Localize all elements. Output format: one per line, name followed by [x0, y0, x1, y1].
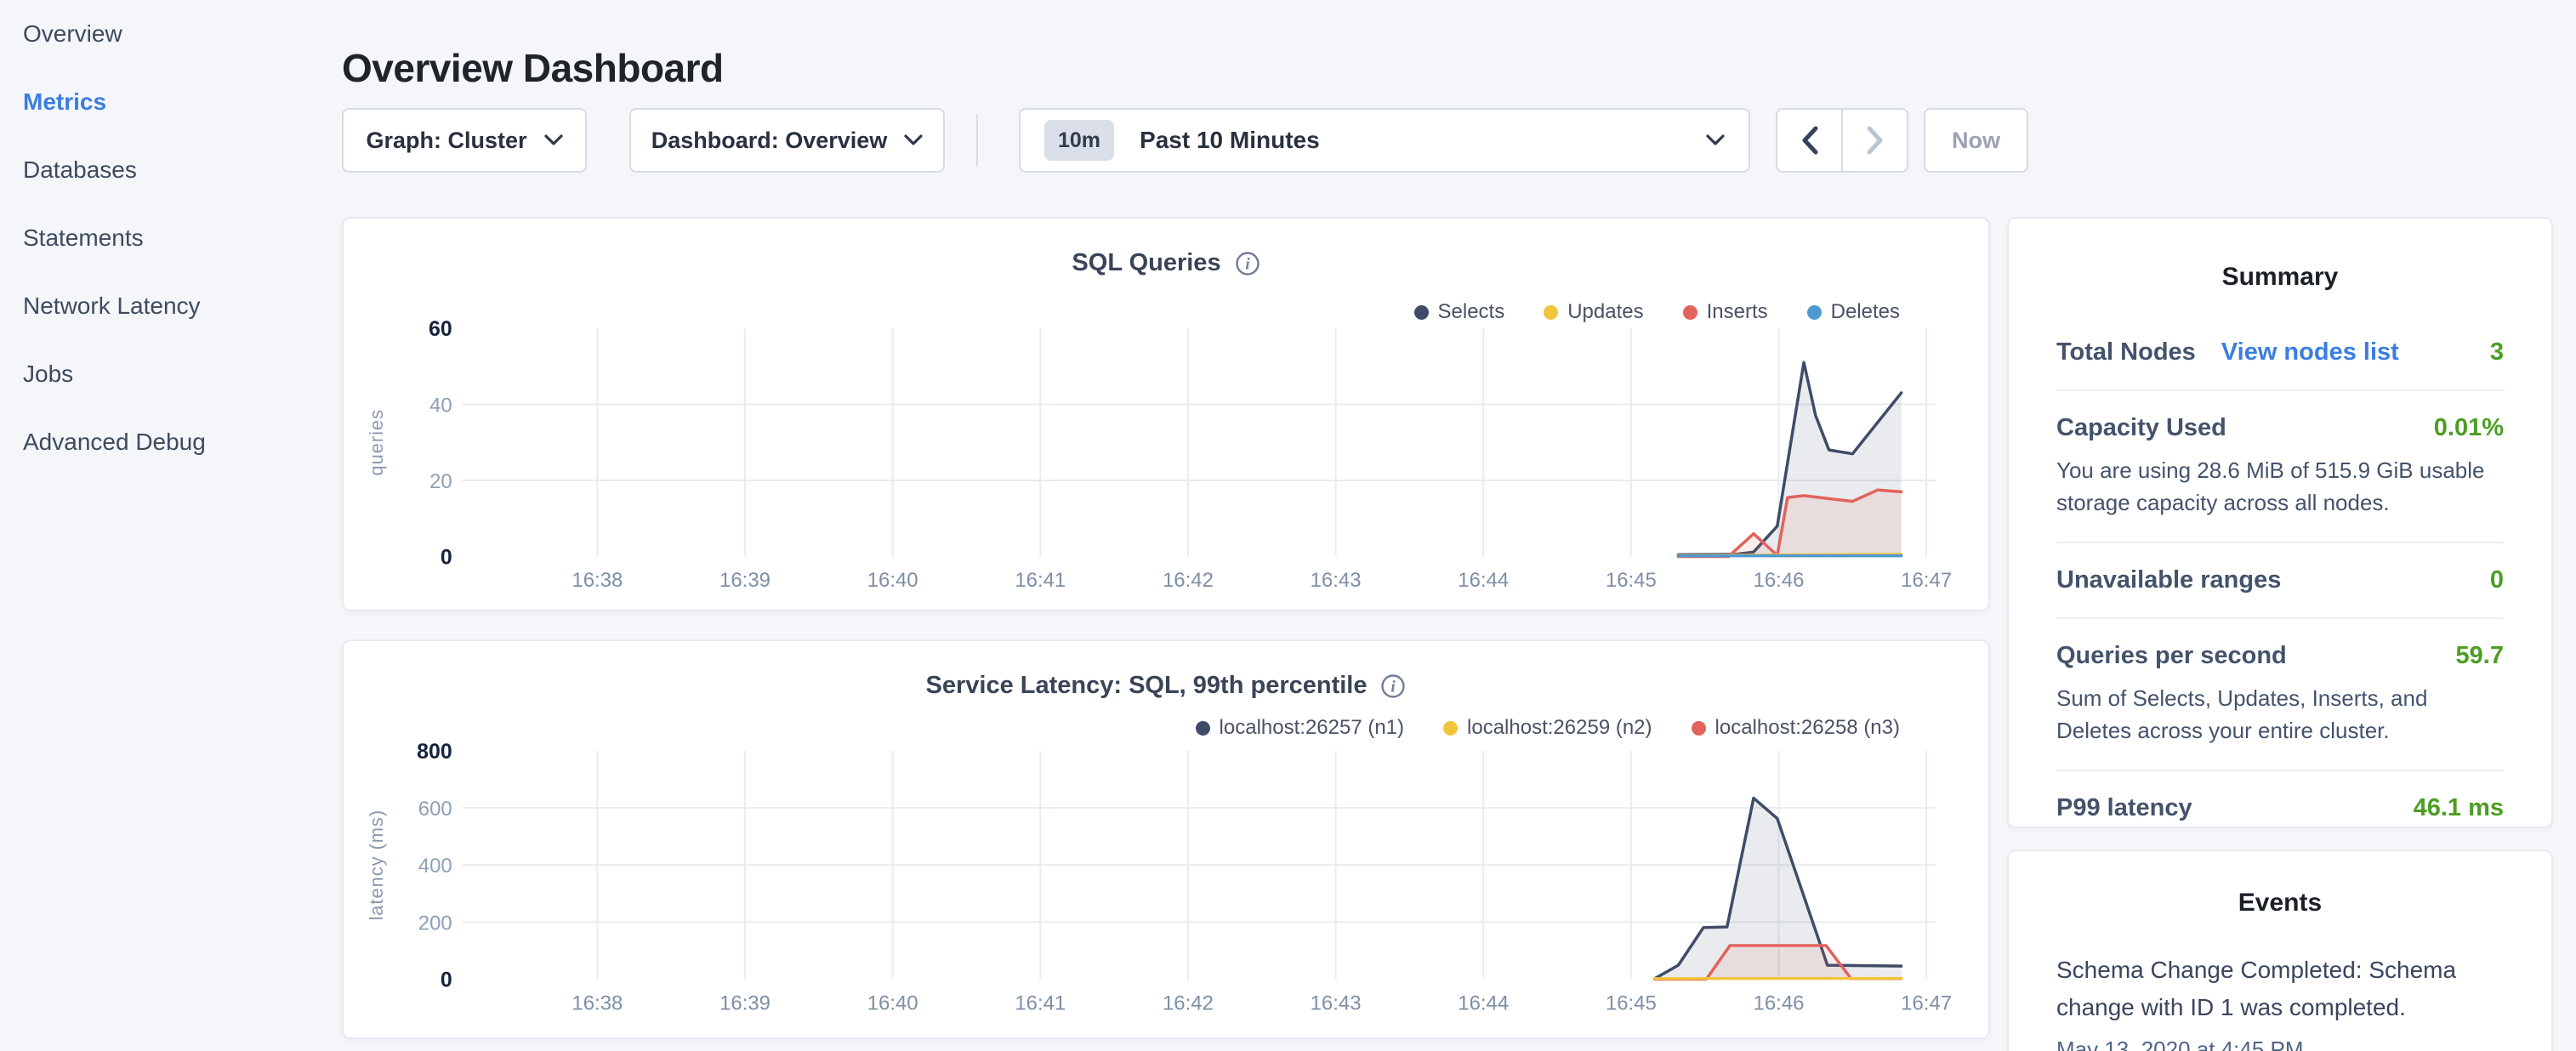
graph-dropdown[interactable]: Graph: Cluster: [342, 108, 587, 173]
y-axis-label: queries: [366, 409, 387, 475]
summary-row-label: Unavailable ranges: [2056, 566, 2281, 594]
x-tick-label: 16:44: [1458, 569, 1509, 592]
y-tick-label: 600: [418, 798, 452, 821]
summary-row-value: 0: [2490, 566, 2504, 594]
summary-row-value: 46.1 ms: [2414, 794, 2504, 822]
controls-divider: [976, 114, 978, 167]
sidebar-item-network-latency[interactable]: Network Latency: [0, 272, 342, 340]
x-tick-label: 16:45: [1606, 569, 1657, 592]
summary-row-description: You are using 28.6 MiB of 515.9 GiB usab…: [2056, 454, 2504, 519]
chevron-right-icon: [1865, 124, 1885, 156]
y-tick-label: 0: [441, 969, 452, 992]
chevron-down-icon: [904, 134, 923, 146]
time-range-dropdown[interactable]: 10m Past 10 Minutes: [1019, 108, 1750, 173]
x-tick-label: 16:39: [719, 991, 771, 1014]
sidebar-item-statements[interactable]: Statements: [0, 204, 342, 272]
page-title: Overview Dashboard: [342, 45, 724, 91]
latency-chart[interactable]: 16:38 16:39 16:40 16:41 16:42 16:43 16:44 16:45…: [344, 641, 1988, 1037]
summary-row: Queries per second 59.7 Sum of Selects, Up…: [2056, 617, 2504, 770]
next-time-button[interactable]: [1841, 110, 1907, 171]
controls-bar: Graph: Cluster Dashboard: Overview 10m P…: [342, 108, 2028, 173]
latency-card: Service Latency: SQL, 99th percentile i …: [342, 639, 1990, 1039]
summary-row-value: 59.7: [2456, 642, 2504, 670]
summary-card: Summary Total Nodes View nodes list 3 Capac…: [2007, 217, 2553, 828]
dashboard-dropdown[interactable]: Dashboard: Overview: [629, 108, 945, 173]
x-tick-label: 16:39: [719, 569, 771, 592]
sidebar-item-databases[interactable]: Databases: [0, 136, 342, 204]
sidebar-nav: OverviewMetricsDatabasesStatementsNetwor…: [0, 0, 342, 476]
x-tick-label: 16:46: [1754, 991, 1805, 1014]
summary-row: Unavailable ranges 0: [2056, 542, 2504, 617]
y-axis-label: latency (ms): [366, 810, 387, 921]
summary-row-value: 0.01%: [2434, 414, 2504, 442]
event-timestamp: May 13, 2020 at 4:45 PM: [2056, 1037, 2504, 1051]
x-tick-label: 16:43: [1311, 569, 1362, 592]
events-title: Events: [2009, 889, 2551, 917]
event-item[interactable]: Schema Change Completed: Schema change w…: [2009, 952, 2551, 1051]
summary-row-description: Sum of Selects, Updates, Inserts, and De…: [2056, 682, 2504, 747]
x-tick-label: 16:41: [1015, 991, 1066, 1014]
prev-time-button[interactable]: [1777, 110, 1841, 171]
y-tick-label: 20: [429, 470, 452, 493]
dashboard-dropdown-label: Dashboard: Overview: [651, 128, 888, 154]
chevron-left-icon: [1800, 124, 1820, 156]
summary-row-value: 3: [2490, 338, 2504, 366]
time-window-badge: 10m: [1044, 120, 1114, 161]
y-tick-label: 400: [418, 855, 452, 878]
sidebar-item-advanced-debug[interactable]: Advanced Debug: [0, 408, 342, 476]
x-tick-label: 16:47: [1901, 569, 1952, 592]
series-area-inserts: [1678, 490, 1901, 556]
sidebar-item-jobs[interactable]: Jobs: [0, 340, 342, 408]
y-tick-label: 60: [429, 317, 452, 341]
summary-title: Summary: [2009, 263, 2551, 292]
sidebar-item-overview[interactable]: Overview: [0, 0, 342, 68]
x-tick-label: 16:40: [867, 569, 918, 592]
x-tick-label: 16:38: [571, 991, 623, 1014]
x-tick-label: 16:42: [1163, 569, 1214, 592]
x-tick-label: 16:43: [1311, 991, 1362, 1014]
y-tick-label: 200: [418, 912, 452, 935]
x-tick-label: 16:46: [1754, 569, 1805, 592]
y-tick-label: 0: [441, 546, 452, 570]
summary-row: Total Nodes View nodes list 3: [2056, 315, 2504, 389]
x-tick-label: 16:45: [1606, 991, 1657, 1014]
now-button[interactable]: Now: [1924, 108, 2028, 173]
summary-row: Capacity Used 0.01% You are using 28.6 MiB…: [2056, 389, 2504, 542]
sql-queries-card: SQL Queries i SelectsUpdatesInsertsDelet…: [342, 217, 1990, 611]
x-tick-label: 16:47: [1901, 991, 1952, 1014]
sql-queries-chart[interactable]: 16:38 16:39 16:40 16:41 16:42 16:43 16:44 16:45…: [344, 219, 1988, 610]
x-tick-label: 16:44: [1458, 991, 1509, 1014]
x-tick-label: 16:42: [1163, 991, 1214, 1014]
chevron-down-icon: [1706, 134, 1725, 146]
nodes-list-link[interactable]: View nodes list: [2221, 338, 2399, 366]
events-card: Events Schema Change Completed: Schema c…: [2007, 849, 2553, 1051]
summary-rows: Total Nodes View nodes list 3 Capacity Used…: [2009, 315, 2551, 845]
summary-row-label: Queries per second: [2056, 642, 2287, 670]
chevron-down-icon: [544, 134, 563, 146]
time-step-buttons: [1776, 108, 1908, 173]
summary-row-label: Total Nodes: [2056, 338, 2196, 366]
x-tick-label: 16:40: [867, 991, 918, 1014]
summary-row: P99 latency 46.1 ms: [2056, 770, 2504, 845]
x-tick-label: 16:38: [571, 569, 623, 592]
y-tick-label: 40: [429, 394, 452, 417]
sidebar-item-metrics[interactable]: Metrics: [0, 68, 342, 136]
event-text: Schema Change Completed: Schema change w…: [2056, 952, 2504, 1026]
time-range-label: Past 10 Minutes: [1140, 127, 1320, 154]
y-tick-label: 800: [417, 740, 452, 764]
summary-row-label: Capacity Used: [2056, 414, 2226, 442]
summary-row-label: P99 latency: [2056, 794, 2192, 822]
x-tick-label: 16:41: [1015, 569, 1066, 592]
graph-dropdown-label: Graph: Cluster: [366, 128, 526, 154]
